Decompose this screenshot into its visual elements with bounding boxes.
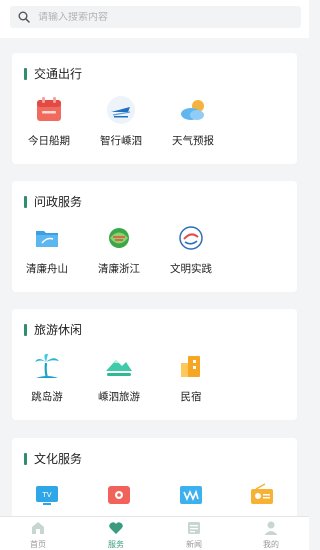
service-item-shengsi-tourism[interactable]: 嵊泗旅游 [84, 351, 154, 404]
service-item-culture-calendar[interactable] [84, 480, 154, 518]
section-title-text: 问政服务 [34, 195, 83, 209]
section-tourism: 旅游休闲 跳岛游 嵊泗旅游 民宿 [12, 309, 297, 420]
tv-icon: TV [36, 486, 58, 505]
radio-icon [251, 483, 273, 504]
section-title-bar [24, 323, 27, 336]
service-item-civilization-practice[interactable]: 文明实践 [156, 223, 226, 276]
svg-text:TV: TV [41, 491, 51, 499]
weather-icon [181, 100, 204, 120]
service-item-label: 跳岛游 [31, 391, 63, 403]
service-item-tv[interactable]: TV [12, 480, 82, 518]
qinglian-logo-icon [109, 228, 129, 248]
bottom-tab-bar: 首页 服务 新闻 我的 [0, 516, 309, 550]
section-title-text: 旅游休闲 [34, 323, 83, 337]
section-title-text: 文化服务 [34, 452, 83, 466]
tab-label: 服务 [108, 540, 124, 549]
section-title: 交通出行 [24, 65, 82, 82]
folder-icon [36, 231, 58, 247]
service-item-qinglian-zhejiang[interactable]: 清廉浙江 [84, 223, 154, 276]
tab-label: 首页 [30, 540, 46, 549]
flower-calendar-icon [108, 486, 130, 504]
service-item-radio[interactable] [227, 480, 297, 518]
tab-home[interactable]: 首页 [8, 520, 68, 550]
service-item-label: 清廉浙江 [98, 263, 140, 275]
section-title-bar [24, 452, 27, 465]
section-culture: 文化服务 TV [12, 438, 297, 528]
search-icon [18, 11, 30, 23]
service-item-label: 今日船期 [28, 135, 70, 147]
service-item-qinglian-zhoushan[interactable]: 清廉舟山 [12, 223, 82, 276]
search-header [0, 0, 309, 38]
calendar-icon [37, 97, 61, 121]
home-icon [32, 522, 44, 534]
section-government: 问政服务 清廉舟山 清廉浙江 文明实践 [12, 181, 297, 292]
ship-logo-icon [107, 96, 135, 124]
section-title-bar [24, 67, 27, 80]
palm-tree-icon [35, 353, 59, 379]
service-item-weather[interactable]: 天气预报 [158, 95, 228, 148]
civilization-logo-icon [179, 226, 203, 250]
section-title-bar [24, 195, 27, 208]
mountain-icon [106, 360, 132, 376]
section-title: 文化服务 [24, 450, 82, 467]
wave-screen-icon [180, 486, 202, 504]
heart-icon [109, 522, 123, 534]
section-transport: 交通出行 今日船期 智行嵊泗 天气预报 [12, 53, 297, 164]
news-icon [188, 522, 200, 534]
section-title: 问政服务 [24, 193, 82, 210]
tab-label: 我的 [263, 540, 279, 549]
service-item-label: 民宿 [180, 391, 202, 403]
tab-label: 新闻 [186, 540, 202, 549]
service-item-ship-schedule[interactable]: 今日船期 [14, 95, 84, 148]
service-item-label: 文明实践 [170, 263, 212, 275]
service-item-wave-screen[interactable] [156, 480, 226, 518]
service-item-island-hopping[interactable]: 跳岛游 [12, 351, 82, 404]
service-item-smart-travel[interactable]: 智行嵊泗 [86, 95, 156, 148]
search-bar[interactable] [10, 6, 301, 28]
tab-mine[interactable]: 我的 [241, 520, 301, 550]
service-item-label: 智行嵊泗 [100, 135, 142, 147]
tab-news[interactable]: 新闻 [164, 520, 224, 550]
section-title-text: 交通出行 [34, 67, 83, 81]
service-item-label: 天气预报 [172, 135, 214, 147]
search-input[interactable] [38, 11, 278, 23]
building-icon [181, 356, 200, 377]
user-icon [264, 521, 278, 535]
service-item-homestay[interactable]: 民宿 [156, 351, 226, 404]
service-item-label: 清廉舟山 [26, 263, 68, 275]
section-title: 旅游休闲 [24, 321, 82, 338]
service-item-label: 嵊泗旅游 [98, 391, 140, 403]
tab-service[interactable]: 服务 [86, 520, 146, 550]
